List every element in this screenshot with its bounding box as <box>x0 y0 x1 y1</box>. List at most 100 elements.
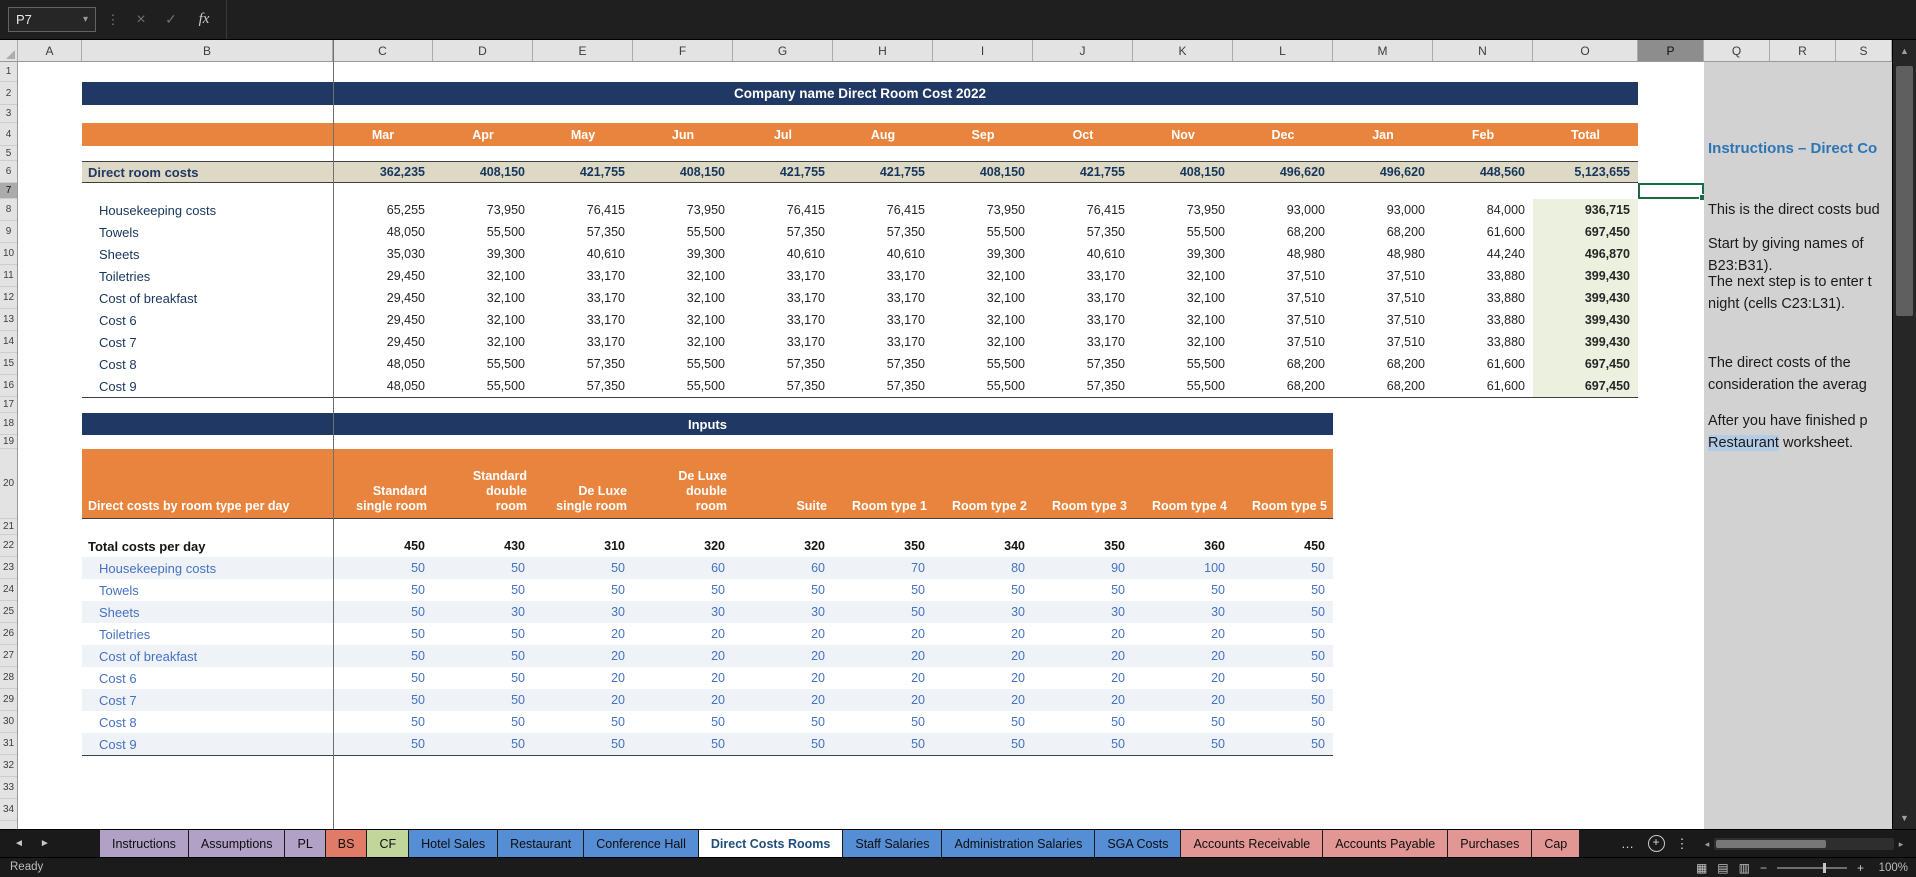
cell-N15[interactable]: 61,600 <box>1433 353 1533 375</box>
room-type-header-room-type-4[interactable]: Room type 4 <box>1133 449 1233 518</box>
cell-L16[interactable]: 68,200 <box>1233 375 1333 397</box>
cell-C15[interactable]: 48,050 <box>333 353 433 375</box>
sheet-tab-accounts-receivable[interactable]: Accounts Receivable <box>1181 830 1322 857</box>
cell-C22[interactable]: 450 <box>333 535 433 557</box>
month-header-jun[interactable]: Jun <box>633 123 733 146</box>
cell-D28[interactable]: 50 <box>433 667 533 689</box>
cell-O9[interactable]: 697,450 <box>1533 221 1638 243</box>
cell-J26[interactable]: 20 <box>1033 623 1133 645</box>
row-header-25[interactable]: 25 <box>0 601 17 623</box>
row-header-27[interactable]: 27 <box>0 645 17 667</box>
column-header-I[interactable]: I <box>933 40 1033 61</box>
cell-E23[interactable]: 50 <box>533 557 633 579</box>
cell-D6[interactable]: 408,150 <box>433 162 533 182</box>
row-header-18[interactable]: 18 <box>0 413 17 435</box>
cell-C16[interactable]: 48,050 <box>333 375 433 397</box>
cell-O11[interactable]: 399,430 <box>1533 265 1638 287</box>
cell-H24[interactable]: 50 <box>833 579 933 601</box>
cell-H29[interactable]: 20 <box>833 689 933 711</box>
cell-G11[interactable]: 33,170 <box>733 265 833 287</box>
cell-B27[interactable]: Cost of breakfast <box>82 645 333 667</box>
cell-D14[interactable]: 32,100 <box>433 331 533 353</box>
cell-D9[interactable]: 55,500 <box>433 221 533 243</box>
cell-K13[interactable]: 32,100 <box>1133 309 1233 331</box>
cell-I31[interactable]: 50 <box>933 733 1033 755</box>
cell-L31[interactable]: 50 <box>1233 733 1333 755</box>
cell-J12[interactable]: 33,170 <box>1033 287 1133 309</box>
cell-I25[interactable]: 30 <box>933 601 1033 623</box>
scroll-down-icon[interactable]: ▼ <box>1893 807 1916 829</box>
cell-O16[interactable]: 697,450 <box>1533 375 1638 397</box>
month-header-feb[interactable]: Feb <box>1433 123 1533 146</box>
cell-J24[interactable]: 50 <box>1033 579 1133 601</box>
cell-F22[interactable]: 320 <box>633 535 733 557</box>
cell-M11[interactable]: 37,510 <box>1333 265 1433 287</box>
cell-C24[interactable]: 50 <box>333 579 433 601</box>
cell-C14[interactable]: 29,450 <box>333 331 433 353</box>
cell-E15[interactable]: 57,350 <box>533 353 633 375</box>
column-header-N[interactable]: N <box>1433 40 1533 61</box>
cell-F24[interactable]: 50 <box>633 579 733 601</box>
sheet-tab-hotel-sales[interactable]: Hotel Sales <box>409 830 497 857</box>
cell-D30[interactable]: 50 <box>433 711 533 733</box>
row-header-31[interactable]: 31 <box>0 733 17 755</box>
cell-D27[interactable]: 50 <box>433 645 533 667</box>
column-header-B[interactable]: B <box>82 40 333 61</box>
row-header-34[interactable]: 34 <box>0 799 17 821</box>
cell-E13[interactable]: 33,170 <box>533 309 633 331</box>
cell-B10[interactable]: Sheets <box>82 243 333 265</box>
cell-K14[interactable]: 32,100 <box>1133 331 1233 353</box>
cell-J22[interactable]: 350 <box>1033 535 1133 557</box>
cell-B30[interactable]: Cost 8 <box>82 711 333 733</box>
add-sheet-button[interactable]: + <box>1644 830 1668 857</box>
zoom-level[interactable]: 100% <box>1874 862 1908 874</box>
name-box-dropdown-icon[interactable]: ▾ <box>83 14 88 25</box>
normal-view-icon[interactable]: ▦ <box>1696 861 1707 875</box>
cell-K12[interactable]: 32,100 <box>1133 287 1233 309</box>
sheet-tab-instructions[interactable]: Instructions <box>100 830 188 857</box>
cell-M12[interactable]: 37,510 <box>1333 287 1433 309</box>
sheet-tab-accounts-payable[interactable]: Accounts Payable <box>1323 830 1447 857</box>
cell-L13[interactable]: 37,510 <box>1233 309 1333 331</box>
cell-I14[interactable]: 32,100 <box>933 331 1033 353</box>
month-header-oct[interactable]: Oct <box>1033 123 1133 146</box>
cell-J23[interactable]: 90 <box>1033 557 1133 579</box>
cell-G29[interactable]: 20 <box>733 689 833 711</box>
column-header-M[interactable]: M <box>1333 40 1433 61</box>
cell-H25[interactable]: 50 <box>833 601 933 623</box>
cell-C12[interactable]: 29,450 <box>333 287 433 309</box>
cell-H30[interactable]: 50 <box>833 711 933 733</box>
row-header-24[interactable]: 24 <box>0 579 17 601</box>
cell-E10[interactable]: 40,610 <box>533 243 633 265</box>
column-header-L[interactable]: L <box>1233 40 1333 61</box>
cell-C29[interactable]: 50 <box>333 689 433 711</box>
zoom-out-icon[interactable]: − <box>1760 861 1767 875</box>
cell-B4[interactable] <box>82 123 333 146</box>
row-header-14[interactable]: 14 <box>0 331 17 353</box>
cell-K24[interactable]: 50 <box>1133 579 1233 601</box>
cell-G14[interactable]: 33,170 <box>733 331 833 353</box>
hscroll-track[interactable] <box>1714 838 1894 850</box>
cell-C6[interactable]: 362,235 <box>333 162 433 182</box>
column-header-Q[interactable]: Q <box>1704 40 1770 61</box>
row-header-6[interactable]: 6 <box>0 161 17 183</box>
cell-G25[interactable]: 30 <box>733 601 833 623</box>
cell-B8[interactable]: Housekeeping costs <box>82 199 333 221</box>
month-header-jan[interactable]: Jan <box>1333 123 1433 146</box>
cell-L26[interactable]: 50 <box>1233 623 1333 645</box>
cell-K15[interactable]: 55,500 <box>1133 353 1233 375</box>
cell-C27[interactable]: 50 <box>333 645 433 667</box>
cell-H12[interactable]: 33,170 <box>833 287 933 309</box>
cell-O14[interactable]: 399,430 <box>1533 331 1638 353</box>
row-header-10[interactable]: 10 <box>0 243 17 265</box>
cell-I10[interactable]: 39,300 <box>933 243 1033 265</box>
cell-E8[interactable]: 76,415 <box>533 199 633 221</box>
tab-overflow-button[interactable]: … <box>1616 830 1640 857</box>
cell-D31[interactable]: 50 <box>433 733 533 755</box>
cell-O12[interactable]: 399,430 <box>1533 287 1638 309</box>
column-header-R[interactable]: R <box>1770 40 1836 61</box>
cell-H9[interactable]: 57,350 <box>833 221 933 243</box>
sheet-tab-pl[interactable]: PL <box>285 830 324 857</box>
cell-I26[interactable]: 20 <box>933 623 1033 645</box>
cell-N9[interactable]: 61,600 <box>1433 221 1533 243</box>
